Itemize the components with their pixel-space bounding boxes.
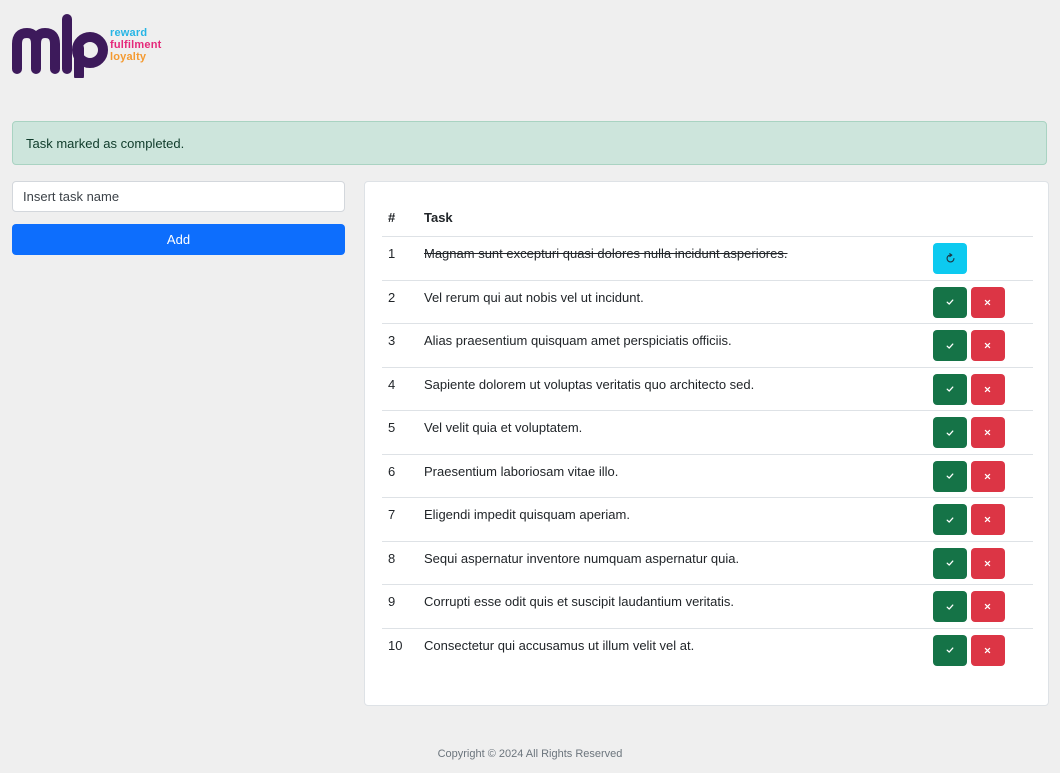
task-name: Sequi aspernatur inventore numquam asper… bbox=[418, 541, 933, 585]
check-icon bbox=[946, 472, 954, 480]
task-number: 9 bbox=[382, 584, 418, 629]
table-row: 5 Vel velit quia et voluptatem. bbox=[382, 410, 1033, 455]
delete-task-button[interactable] bbox=[970, 417, 1005, 448]
table-row: 7 Eligendi impedit quisquam aperiam. bbox=[382, 497, 1033, 542]
task-number: 2 bbox=[382, 280, 418, 324]
table-row: 8 Sequi aspernatur inventore numquam aspe… bbox=[382, 541, 1033, 585]
close-icon bbox=[984, 516, 991, 523]
table-row: 10 Consectetur qui accusamus ut illum vel… bbox=[382, 628, 1033, 672]
task-actions bbox=[933, 628, 1033, 672]
close-icon bbox=[984, 386, 991, 393]
task-number: 7 bbox=[382, 497, 418, 542]
check-icon bbox=[946, 559, 954, 567]
close-icon bbox=[984, 473, 991, 480]
complete-task-button[interactable] bbox=[933, 417, 967, 448]
task-actions bbox=[933, 454, 1033, 498]
task-list-card: # Task 1 Magnam sunt excepturi quasi dolo… bbox=[364, 181, 1049, 706]
task-number: 5 bbox=[382, 410, 418, 455]
logo-tagline-reward: reward bbox=[110, 27, 148, 39]
delete-task-button[interactable] bbox=[970, 547, 1005, 579]
complete-task-button[interactable] bbox=[933, 591, 967, 622]
logo-tagline-loyalty: loyalty bbox=[110, 51, 147, 63]
complete-task-button[interactable] bbox=[933, 547, 967, 579]
logo-tagline-fulfilment: fulfilment bbox=[110, 39, 162, 51]
task-name: Alias praesentium quisquam amet perspici… bbox=[418, 323, 933, 368]
task-name: Eligendi impedit quisquam aperiam. bbox=[418, 497, 933, 542]
check-icon bbox=[946, 385, 954, 393]
delete-task-button[interactable] bbox=[970, 286, 1005, 318]
delete-task-button[interactable] bbox=[970, 504, 1005, 535]
task-number: 6 bbox=[382, 454, 418, 498]
success-alert: Task marked as completed. bbox=[12, 121, 1047, 165]
table-row: 3 Alias praesentium quisquam amet perspic… bbox=[382, 323, 1033, 368]
alert-message: Task marked as completed. bbox=[26, 135, 185, 151]
check-icon bbox=[946, 342, 954, 350]
task-number: 10 bbox=[388, 637, 403, 653]
refresh-icon bbox=[945, 253, 956, 264]
table-row: 6 Praesentium laboriosam vitae illo. bbox=[382, 454, 1033, 498]
header-actions bbox=[933, 198, 1033, 237]
task-name: Vel velit quia et voluptatem. bbox=[418, 410, 933, 455]
complete-task-button[interactable] bbox=[933, 373, 967, 405]
task-actions bbox=[933, 497, 1033, 542]
task-actions bbox=[933, 367, 1033, 411]
table-row: 1 Magnam sunt excepturi quasi dolores nul… bbox=[382, 236, 1033, 281]
header-number: # bbox=[382, 198, 418, 237]
delete-task-button[interactable] bbox=[970, 634, 1005, 666]
delete-task-button[interactable] bbox=[970, 373, 1005, 405]
task-actions bbox=[933, 236, 1033, 281]
task-table: # Task 1 Magnam sunt excepturi quasi dolo… bbox=[382, 198, 1033, 672]
task-name: Corrupti esse odit quis et suscipit laud… bbox=[418, 584, 933, 629]
task-number: 8 bbox=[382, 541, 418, 585]
check-icon bbox=[946, 516, 954, 524]
close-icon bbox=[984, 603, 991, 610]
close-icon bbox=[984, 342, 991, 349]
table-row: 2 Vel rerum qui aut nobis vel ut incidunt… bbox=[382, 280, 1033, 324]
task-actions bbox=[933, 541, 1033, 585]
task-actions bbox=[933, 410, 1033, 455]
complete-task-button[interactable] bbox=[933, 460, 967, 492]
delete-task-button[interactable] bbox=[970, 460, 1005, 492]
table-row: 9 Corrupti esse odit quis et suscipit lau… bbox=[382, 584, 1033, 629]
task-number: 1 bbox=[382, 236, 418, 281]
undo-task-button[interactable] bbox=[933, 243, 967, 274]
close-icon bbox=[984, 647, 991, 654]
task-name: Vel rerum qui aut nobis vel ut incidunt. bbox=[418, 280, 933, 324]
table-row: 4 Sapiente dolorem ut voluptas veritatis … bbox=[382, 367, 1033, 411]
close-icon bbox=[984, 560, 991, 567]
delete-task-button[interactable] bbox=[970, 591, 1005, 622]
task-actions bbox=[933, 323, 1033, 368]
close-icon bbox=[984, 429, 991, 436]
complete-task-button[interactable] bbox=[933, 504, 967, 535]
task-name: Sapiente dolorem ut voluptas veritatis q… bbox=[418, 367, 933, 411]
complete-task-button[interactable] bbox=[933, 634, 967, 666]
mlp-logo-mark bbox=[12, 14, 108, 78]
add-task-button[interactable]: Add bbox=[12, 224, 345, 255]
check-icon bbox=[946, 603, 954, 611]
complete-task-button[interactable] bbox=[933, 286, 967, 318]
close-icon bbox=[984, 299, 991, 306]
task-number: 3 bbox=[382, 323, 418, 368]
complete-task-button[interactable] bbox=[933, 330, 967, 361]
header-task: Task bbox=[418, 198, 933, 237]
table-header-row: # Task bbox=[382, 198, 1033, 237]
check-icon bbox=[946, 298, 954, 306]
delete-task-button[interactable] bbox=[970, 330, 1005, 361]
check-icon bbox=[946, 646, 954, 654]
logo: reward fulfilment loyalty bbox=[12, 14, 172, 78]
footer-copyright: Copyright © 2024 All Rights Reserved bbox=[437, 748, 623, 760]
task-number: 4 bbox=[382, 367, 418, 411]
task-name: Magnam sunt excepturi quasi dolores null… bbox=[418, 236, 933, 281]
task-name: Consectetur qui accusamus ut illum velit… bbox=[424, 637, 695, 653]
task-name: Praesentium laboriosam vitae illo. bbox=[418, 454, 933, 498]
check-icon bbox=[946, 429, 954, 437]
task-actions bbox=[933, 280, 1033, 324]
task-actions bbox=[933, 584, 1033, 629]
task-name-input[interactable] bbox=[12, 181, 345, 212]
